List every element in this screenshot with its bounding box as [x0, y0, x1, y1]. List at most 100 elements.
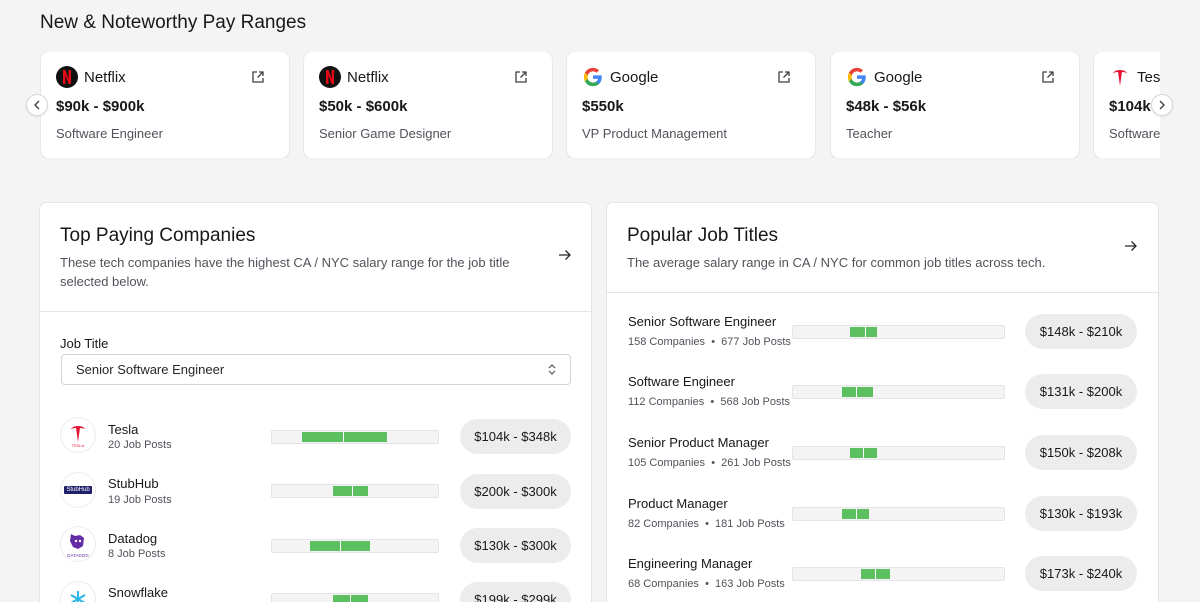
company-name[interactable]: StubHub — [108, 476, 159, 491]
job-title: Software Engineer — [56, 126, 163, 141]
chevron-right-icon — [1159, 100, 1165, 110]
external-link-icon[interactable] — [1041, 70, 1055, 84]
google-logo-icon — [847, 67, 866, 87]
company-name: Netflix — [84, 68, 126, 86]
job-title: Teacher — [846, 126, 893, 141]
job-title-stats: 105 Companies • 261 Job Posts — [628, 457, 791, 469]
job-title-stats: 112 Companies • 568 Job Posts — [628, 396, 790, 408]
salary-range-bar — [792, 385, 1005, 399]
stubhub-logo-icon: StubHub — [61, 473, 95, 507]
featured-card[interactable]: Google $550k VP Product Management — [567, 52, 815, 158]
range-fill — [849, 448, 878, 458]
panel-description: These tech companies have the highest CA… — [60, 253, 509, 291]
salary-range-pill: $150k - $208k — [1025, 435, 1137, 470]
job-post-count: 181 Job Posts — [715, 518, 785, 530]
median-marker — [862, 448, 864, 458]
job-title-stats: 68 Companies • 163 Job Posts — [628, 578, 785, 590]
external-link-icon[interactable] — [514, 70, 528, 84]
salary-range-pill: $104k - $348k — [460, 419, 571, 454]
external-link-icon[interactable] — [777, 70, 791, 84]
job-title-select[interactable]: Senior Software Engineer — [61, 354, 571, 385]
job-title: Software — [1109, 126, 1160, 141]
divider — [40, 311, 591, 312]
featured-carousel: Netflix $90k - $900k Software Engineer N… — [0, 52, 1160, 158]
median-marker — [340, 541, 342, 551]
bullet-separator: • — [710, 396, 715, 408]
job-post-count: 19 Job Posts — [108, 494, 172, 506]
median-marker — [875, 569, 877, 579]
pay-range: $50k - $600k — [319, 98, 408, 115]
stubhub-wordmark: StubHub — [64, 486, 92, 494]
salary-range-pill: $130k - $300k — [460, 528, 571, 563]
job-title-name[interactable]: Software Engineer — [628, 374, 735, 389]
arrow-right-icon[interactable] — [558, 249, 572, 261]
company-count: 105 Companies — [628, 457, 706, 469]
job-title-label: Job Title — [60, 336, 109, 351]
job-post-count: 568 Job Posts — [720, 396, 791, 408]
top-paying-companies-panel: Top Paying Companies These tech companie… — [40, 203, 591, 602]
company-name: Google — [874, 68, 923, 86]
salary-range-bar — [271, 593, 439, 602]
median-marker — [350, 595, 352, 602]
carousel-next-button[interactable] — [1151, 94, 1173, 116]
chevron-updown-icon — [548, 364, 556, 375]
salary-range-pill: $148k - $210k — [1025, 314, 1137, 349]
datadog-logo-icon: DATADOG — [61, 527, 95, 561]
job-title-name[interactable]: Senior Software Engineer — [628, 314, 776, 329]
salary-range-bar — [271, 539, 439, 553]
pay-range: $104k — [1109, 98, 1151, 115]
job-title-name[interactable]: Engineering Manager — [628, 556, 752, 571]
pay-range: $550k — [582, 98, 624, 115]
arrow-right-icon[interactable] — [1124, 240, 1138, 252]
company-count: 68 Companies — [628, 578, 699, 590]
svg-text:DATADOG: DATADOG — [67, 553, 89, 558]
salary-range-pill: $200k - $300k — [460, 474, 571, 509]
job-title: VP Product Management — [582, 126, 728, 141]
panel-title: Popular Job Titles — [627, 225, 779, 246]
salary-range-bar — [792, 507, 1005, 521]
job-post-count: 163 Job Posts — [715, 578, 785, 590]
featured-card[interactable]: Netflix $50k - $600k Senior Game Designe… — [304, 52, 552, 158]
median-marker — [856, 387, 858, 397]
bullet-separator: • — [705, 578, 709, 590]
job-post-count: 677 Job Posts — [721, 336, 791, 348]
salary-range-pill: $130k - $193k — [1025, 496, 1137, 531]
company-name[interactable]: Tesla — [108, 422, 138, 437]
panel-title: Top Paying Companies — [60, 225, 256, 246]
external-link-icon[interactable] — [251, 70, 265, 84]
company-count: 112 Companies — [628, 396, 705, 408]
google-logo-icon — [583, 67, 602, 87]
netflix-logo-icon — [319, 66, 341, 88]
company-name[interactable]: Datadog — [108, 531, 157, 546]
snowflake-logo-icon — [61, 582, 95, 602]
job-title: Senior Game Designer — [319, 126, 452, 141]
job-title-name[interactable]: Senior Product Manager — [628, 435, 769, 450]
bullet-separator: • — [705, 518, 709, 530]
divider — [607, 292, 1158, 293]
carousel-prev-button[interactable] — [26, 94, 48, 116]
median-marker — [343, 432, 345, 442]
svg-text:TESLA: TESLA — [72, 443, 85, 448]
company-count: 82 Companies — [628, 518, 699, 530]
pay-range: $90k - $900k — [56, 98, 145, 115]
salary-range-bar — [792, 567, 1005, 581]
salary-range-pill: $199k - $299k — [460, 582, 571, 602]
job-title-stats: 158 Companies • 677 Job Posts — [628, 336, 791, 348]
salary-range-bar — [271, 430, 439, 444]
bullet-separator: • — [711, 336, 716, 348]
salary-range-bar — [792, 325, 1005, 339]
tesla-logo-icon — [1113, 70, 1127, 86]
range-fill — [849, 327, 878, 337]
job-post-count: 20 Job Posts — [108, 439, 172, 451]
featured-card[interactable]: Google $48k - $56k Teacher — [831, 52, 1079, 158]
job-title-name[interactable]: Product Manager — [628, 496, 728, 511]
job-title-stats: 82 Companies • 181 Job Posts — [628, 518, 785, 530]
range-fill — [841, 509, 869, 519]
page-title: New & Noteworthy Pay Ranges — [40, 12, 307, 33]
median-marker — [864, 327, 866, 337]
company-name[interactable]: Snowflake — [108, 585, 168, 600]
tesla-logo-icon: TESLA — [61, 418, 95, 452]
featured-card[interactable]: Netflix $90k - $900k Software Engineer — [41, 52, 289, 158]
salary-range-pill: $131k - $200k — [1025, 374, 1137, 409]
job-post-count: 8 Job Posts — [108, 548, 166, 560]
